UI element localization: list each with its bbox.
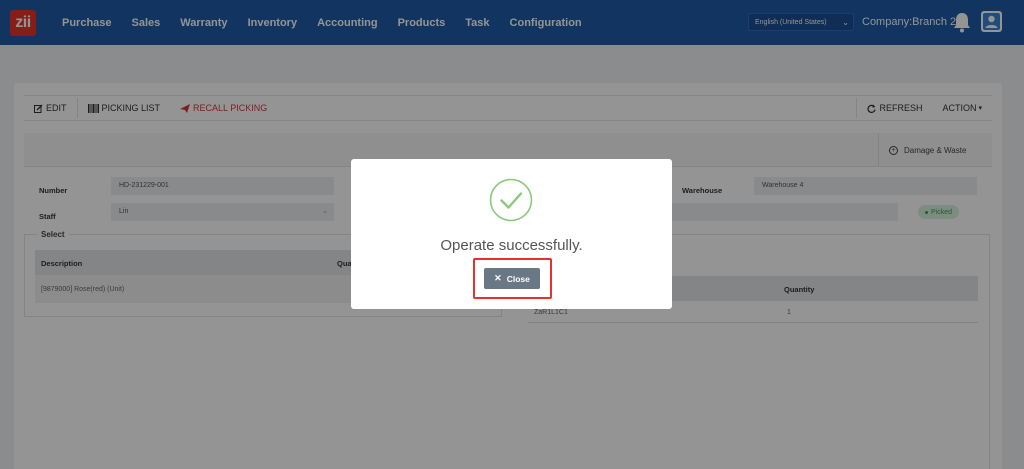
close-icon: ✕ <box>494 273 502 283</box>
close-label: Close <box>506 273 530 284</box>
close-button[interactable]: ✕ Close <box>484 268 540 289</box>
dialog-message: Operate successfully. <box>440 237 583 254</box>
check-circle-icon <box>489 178 533 222</box>
success-dialog: Operate successfully. ✕ Close <box>351 159 672 309</box>
